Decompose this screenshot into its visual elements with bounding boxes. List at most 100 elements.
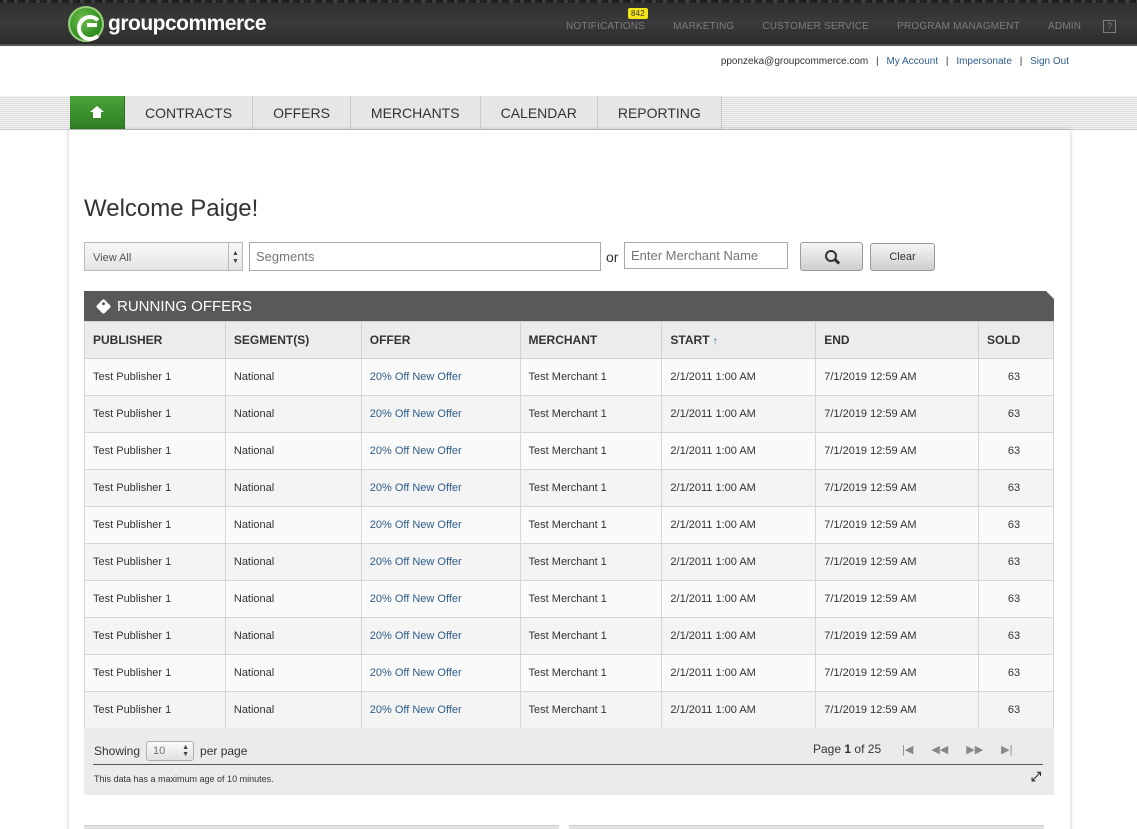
- top-nav-notifications[interactable]: NOTIFICATIONS 842: [566, 8, 648, 32]
- col-merchant-cell: Test Merchant 1: [519, 506, 663, 544]
- col-sold-header[interactable]: SOLD: [978, 321, 1054, 359]
- col-offer-header[interactable]: OFFER: [360, 321, 521, 359]
- current-page: 1: [844, 742, 852, 756]
- column-label: SEGMENT(S): [233, 333, 310, 347]
- table-row[interactable]: Test Publisher 1 National 20% Off New Offe…: [84, 543, 1054, 581]
- col-publisher-header[interactable]: PUBLISHER: [84, 321, 226, 359]
- col-offer-cell[interactable]: 20% Off New Offer: [360, 691, 521, 729]
- merchant-name-input[interactable]: [624, 242, 788, 269]
- col-merchant-cell: Test Merchant 1: [519, 617, 663, 655]
- col-merchant-cell: Test Merchant 1: [519, 358, 663, 396]
- col-sold-cell: 63: [978, 469, 1054, 507]
- or-label: or: [606, 249, 619, 265]
- tab-offers[interactable]: OFFERS: [253, 96, 351, 129]
- tab-home[interactable]: [70, 96, 125, 129]
- section-title: RUNNING OFFERS: [117, 297, 252, 315]
- main-nav: CONTRACTS OFFERS MERCHANTS CALENDAR REPO…: [70, 96, 722, 129]
- offers-table: PUBLISHER SEGMENT(S) OFFER MERCHANT START ↑ EN…: [84, 321, 1054, 729]
- col-sold-cell: 63: [978, 506, 1054, 544]
- clear-button[interactable]: Clear: [870, 243, 935, 271]
- last-page-icon[interactable]: ▶|: [1001, 743, 1012, 756]
- tag-icon: [95, 298, 112, 314]
- table-row[interactable]: Test Publisher 1 National 20% Off New Offe…: [84, 506, 1054, 544]
- table-row[interactable]: Test Publisher 1 National 20% Off New Offe…: [84, 617, 1054, 655]
- col-offer-cell[interactable]: 20% Off New Offer: [360, 506, 521, 544]
- table-header-row: PUBLISHER SEGMENT(S) OFFER MERCHANT START ↑ EN…: [84, 321, 1054, 359]
- col-offer-cell[interactable]: 20% Off New Offer: [360, 469, 521, 507]
- col-segments-header[interactable]: SEGMENT(S): [224, 321, 362, 359]
- table-row[interactable]: Test Publisher 1 National 20% Off New Offe…: [84, 358, 1054, 396]
- prev-page-icon[interactable]: ◀◀: [931, 743, 948, 756]
- col-end-cell: 7/1/2019 12:59 AM: [815, 543, 980, 581]
- col-segments-cell: National: [224, 654, 362, 692]
- logo[interactable]: groupcommerce: [68, 5, 267, 43]
- per-page-label: per page: [200, 744, 248, 758]
- notifications-badge: 842: [628, 8, 648, 19]
- segments-input[interactable]: [249, 242, 601, 271]
- table-row[interactable]: Test Publisher 1 National 20% Off New Offe…: [84, 580, 1054, 618]
- col-start-cell: 2/1/2011 1:00 AM: [661, 654, 817, 692]
- col-offer-cell[interactable]: 20% Off New Offer: [360, 580, 521, 618]
- col-end-cell: 7/1/2019 12:59 AM: [815, 617, 980, 655]
- top-nav-customer-service[interactable]: CUSTOMER SERVICE: [762, 21, 869, 32]
- impersonate-link[interactable]: Impersonate: [956, 56, 1012, 67]
- sign-out-link[interactable]: Sign Out: [1030, 56, 1069, 67]
- per-page-select[interactable]: 10 ▲ ▼: [146, 741, 195, 761]
- col-start-cell: 2/1/2011 1:00 AM: [661, 543, 817, 581]
- table-row[interactable]: Test Publisher 1 National 20% Off New Offe…: [84, 432, 1054, 470]
- search-icon: [824, 249, 839, 264]
- col-merchant-header[interactable]: MERCHANT: [519, 321, 663, 359]
- column-label: OFFER: [369, 333, 411, 347]
- col-start-cell: 2/1/2011 1:00 AM: [661, 432, 817, 470]
- col-offer-cell[interactable]: 20% Off New Offer: [360, 395, 521, 433]
- table-row[interactable]: Test Publisher 1 National 20% Off New Offe…: [84, 654, 1054, 692]
- col-offer-cell[interactable]: 20% Off New Offer: [360, 358, 521, 396]
- col-merchant-cell: Test Merchant 1: [519, 395, 663, 433]
- col-offer-cell[interactable]: 20% Off New Offer: [360, 654, 521, 692]
- col-segments-cell: National: [224, 580, 362, 618]
- col-publisher-cell: Test Publisher 1: [84, 543, 226, 581]
- tab-calendar[interactable]: CALENDAR: [480, 96, 598, 129]
- first-page-icon[interactable]: |◀: [902, 743, 913, 756]
- column-label: END: [824, 333, 850, 347]
- col-start-header[interactable]: START ↑: [661, 321, 817, 359]
- col-end-cell: 7/1/2019 12:59 AM: [815, 358, 980, 396]
- column-label: PUBLISHER: [93, 333, 163, 347]
- col-publisher-cell: Test Publisher 1: [84, 617, 226, 655]
- pager: |◀ ◀◀ ▶▶ ▶|: [902, 743, 1031, 756]
- separator: |: [876, 56, 879, 67]
- per-page-value: 10: [153, 745, 166, 757]
- table-row[interactable]: Test Publisher 1 National 20% Off New Offe…: [84, 469, 1054, 507]
- col-publisher-cell: Test Publisher 1: [84, 580, 226, 618]
- select-arrows-icon: ▲ ▼: [228, 243, 242, 270]
- col-offer-cell[interactable]: 20% Off New Offer: [360, 543, 521, 581]
- top-nav-program-management[interactable]: PROGRAM MANAGMENT: [897, 21, 1020, 32]
- top-nav-marketing[interactable]: MARKETING: [673, 21, 734, 32]
- view-select[interactable]: View All ▲ ▼: [84, 242, 243, 271]
- col-end-header[interactable]: END: [815, 321, 980, 359]
- page-label: Page: [813, 742, 842, 756]
- help-icon[interactable]: ?: [1103, 20, 1117, 33]
- col-merchant-cell: Test Merchant 1: [519, 469, 663, 507]
- search-button[interactable]: [800, 242, 863, 271]
- next-page-icon[interactable]: ▶▶: [966, 743, 983, 756]
- running-offers-header: RUNNING OFFERS: [84, 291, 1054, 321]
- col-publisher-cell: Test Publisher 1: [84, 395, 226, 433]
- tab-contracts[interactable]: CONTRACTS: [125, 96, 254, 129]
- col-offer-cell[interactable]: 20% Off New Offer: [360, 432, 521, 470]
- col-start-cell: 2/1/2011 1:00 AM: [661, 395, 817, 433]
- expand-icon[interactable]: ⤢: [1029, 770, 1043, 784]
- table-row[interactable]: Test Publisher 1 National 20% Off New Offe…: [84, 691, 1054, 729]
- my-account-link[interactable]: My Account: [886, 56, 938, 67]
- page-indicator: Page 1 of 25: [813, 742, 881, 756]
- column-label: SOLD: [987, 333, 1021, 347]
- col-sold-cell: 63: [978, 691, 1054, 729]
- col-end-cell: 7/1/2019 12:59 AM: [815, 469, 980, 507]
- tab-reporting[interactable]: REPORTING: [597, 96, 722, 129]
- col-offer-cell[interactable]: 20% Off New Offer: [360, 617, 521, 655]
- tab-merchants[interactable]: MERCHANTS: [350, 96, 481, 129]
- col-end-cell: 7/1/2019 12:59 AM: [815, 580, 980, 618]
- table-row[interactable]: Test Publisher 1 National 20% Off New Offe…: [84, 395, 1054, 433]
- select-arrows-icon: ▲ ▼: [182, 744, 190, 758]
- top-nav-admin[interactable]: ADMIN: [1048, 21, 1081, 32]
